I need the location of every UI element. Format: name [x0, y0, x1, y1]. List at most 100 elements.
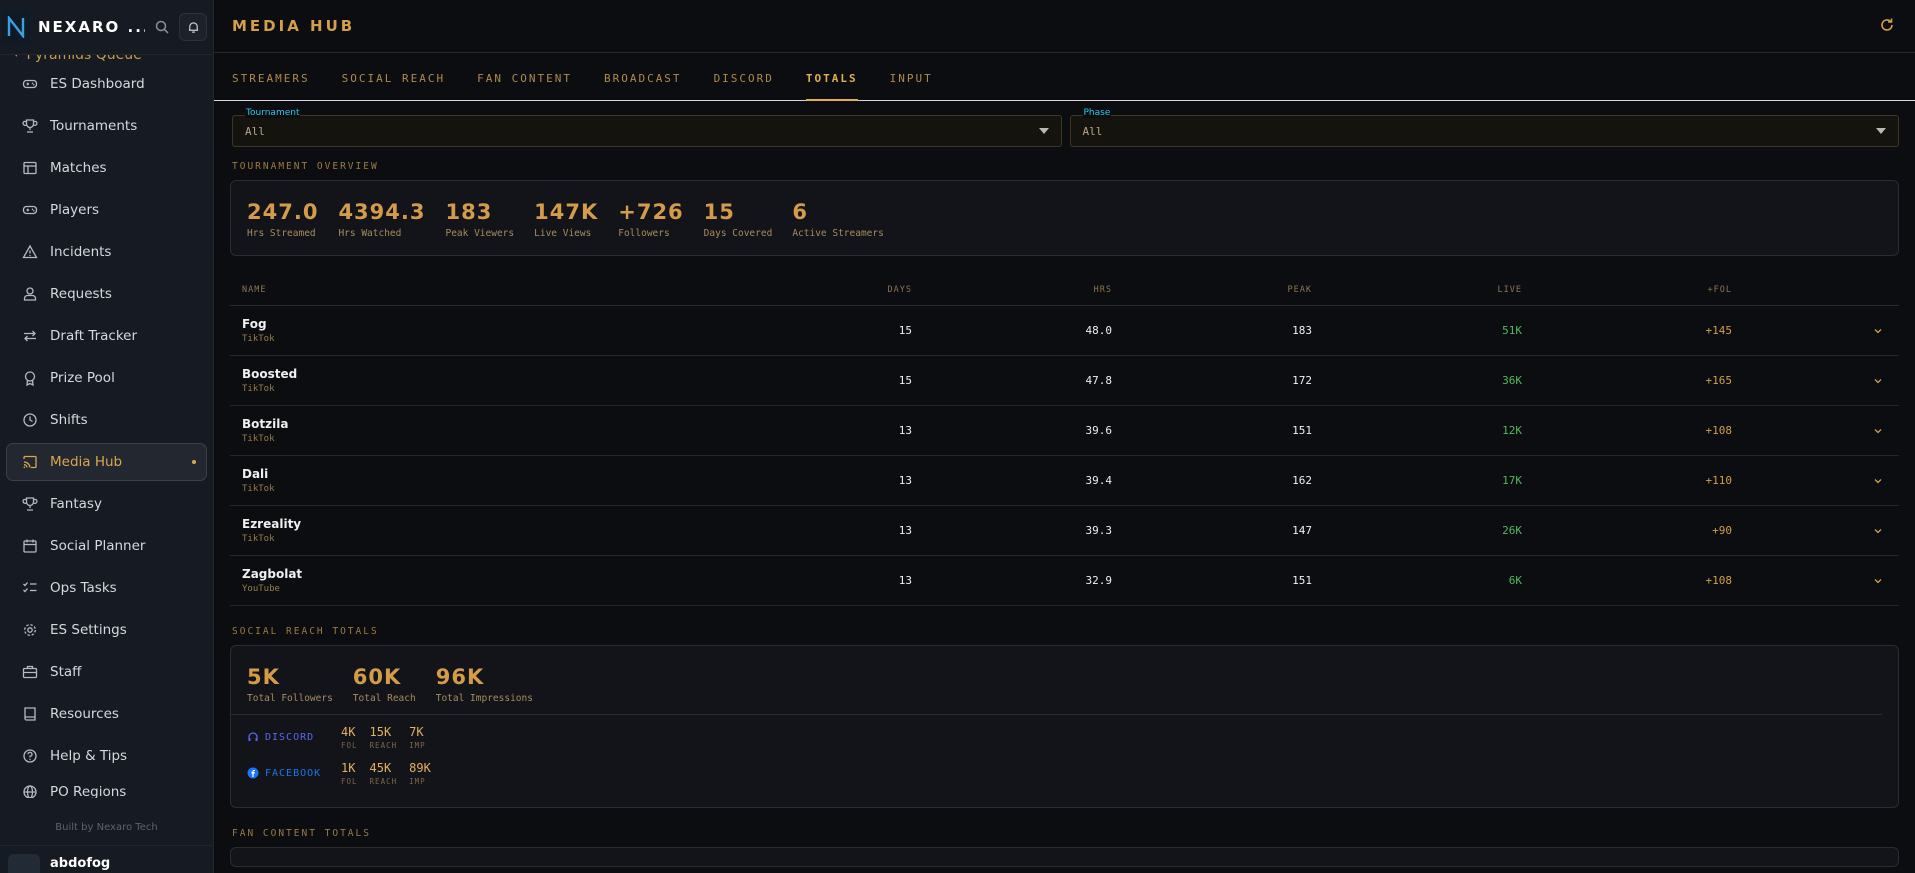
trophy-icon — [22, 119, 38, 133]
peak-cell: 183 — [1292, 324, 1312, 337]
stat-label: Total Impressions — [435, 693, 533, 704]
briefcase-icon — [22, 665, 38, 679]
expand-row-button[interactable] — [1732, 321, 1887, 340]
fan-content-card — [230, 847, 1899, 867]
hrs-cell: 39.6 — [1085, 424, 1113, 437]
medal-icon — [24, 371, 36, 386]
stat-hrs-streamed: 247.0 Hrs Streamed — [247, 201, 318, 239]
phase-select[interactable]: Phase All — [1069, 108, 1899, 147]
refresh-icon[interactable] — [1879, 17, 1897, 35]
live-cell: 6K — [1508, 574, 1522, 587]
tab-totals[interactable]: TOTALS — [805, 72, 874, 101]
fan-content-label: FAN CONTENT TOTALS — [232, 828, 371, 839]
tab-broadcast[interactable]: BROADCAST — [604, 72, 698, 100]
stat-label: Live Views — [534, 228, 592, 239]
tab-discord[interactable]: DISCORD — [714, 72, 790, 100]
stat-label: Hrs Watched — [338, 228, 402, 239]
streamer-table: Fog TikTok 15 48.0 183 51K +145 Boosted TikTok 15… — [214, 306, 1915, 606]
book-icon — [24, 707, 36, 721]
chevron-down-icon — [1874, 579, 1882, 584]
tournament-overview-card: 247.0 Hrs Streamed 4394.3 Hrs Watched 183 Pea… — [230, 180, 1899, 256]
help-icon — [23, 749, 37, 763]
metric-label: IMP — [409, 777, 426, 786]
sidebar-item-prize-pool[interactable]: Prize Pool — [6, 359, 207, 397]
tab-input[interactable]: INPUT — [890, 72, 949, 100]
notifications-button[interactable] — [179, 13, 207, 41]
table-row[interactable]: Botzila TikTok 13 39.6 151 12K +108 — [230, 406, 1899, 456]
sidebar-item-social-planner[interactable]: Social Planner — [6, 527, 207, 565]
dropdown-arrow-icon — [1876, 128, 1886, 134]
brand-name: NEXARO ... — [38, 18, 145, 36]
tab-bar: STREAMERS SOCIAL REACH FAN CONTENT BROADCAS… — [214, 53, 1915, 101]
expand-row-button[interactable] — [1732, 521, 1887, 540]
sidebar-item-label: Media Hub — [50, 454, 123, 470]
streamer-name: Dali — [242, 467, 269, 481]
table-row[interactable]: Boosted TikTok 15 47.8 172 36K +165 — [230, 356, 1899, 406]
expand-row-button[interactable] — [1732, 471, 1887, 490]
built-by-text: Built by Nexaro Tech — [55, 822, 158, 833]
sidebar-item-tournaments[interactable]: Tournaments — [6, 107, 207, 145]
active-indicator — [192, 460, 196, 464]
expand-row-button[interactable] — [1732, 571, 1887, 590]
streamer-platform: TikTok — [242, 534, 275, 544]
stat-value: 60K — [352, 665, 402, 689]
table-row[interactable]: Ezreality TikTok 13 39.3 147 26K +90 — [230, 506, 1899, 556]
hrs-cell: 47.8 — [1085, 374, 1113, 387]
expand-row-button[interactable] — [1732, 421, 1887, 440]
gamepad-icon — [22, 79, 38, 89]
streamer-platform: TikTok — [242, 484, 275, 494]
tab-streamers[interactable]: STREAMERS — [232, 72, 326, 100]
peak-cell: 172 — [1292, 374, 1312, 387]
dropdown-arrow-icon — [1038, 128, 1049, 134]
sidebar-item-media-hub[interactable]: Media Hub — [6, 443, 207, 481]
sidebar-item-label: Prize Pool — [50, 370, 115, 386]
channel-metric: 45K REACH — [370, 761, 398, 786]
streamer-name: Zagbolat — [242, 567, 303, 581]
sidebar-item-es-dashboard[interactable]: ES Dashboard — [6, 65, 207, 103]
user-profile[interactable]: abdofog — [0, 845, 213, 873]
sidebar-item-po-regions[interactable]: PO Regions — [6, 779, 207, 799]
metric-label: IMP — [409, 741, 426, 750]
column-header-live: LIVE — [1497, 284, 1522, 295]
sidebar-item-label: Help & Tips — [50, 748, 128, 764]
channel-row-facebook: FACEBOOK 1K FOL 45K REACH 89K IMP — [247, 761, 1882, 797]
search-icon[interactable] — [153, 18, 171, 36]
sidebar-item-help-tips[interactable]: Help & Tips — [6, 737, 207, 775]
table-row[interactable]: Zagbolat YouTube 13 32.9 151 6K +108 — [230, 556, 1899, 606]
brand-logo[interactable] — [2, 11, 30, 43]
streamer-cell: Fog TikTok — [242, 317, 712, 344]
sidebar-item-matches[interactable]: Matches — [6, 149, 207, 187]
sidebar-group-header[interactable]: ▾ Pyramids Queue ⌃ — [6, 55, 207, 63]
live-cell: 51K — [1502, 324, 1522, 337]
table-row[interactable]: Dali TikTok 13 39.4 162 17K +110 — [230, 456, 1899, 506]
globe-icon — [23, 785, 37, 798]
sidebar-item-fantasy[interactable]: Fantasy — [6, 485, 207, 523]
sidebar-item-requests[interactable]: Requests — [6, 275, 207, 313]
sidebar-item-incidents[interactable]: Incidents — [6, 233, 207, 271]
days-cell: 13 — [898, 574, 912, 587]
followers-cell: +145 — [1705, 324, 1733, 337]
collapse-icon[interactable]: ⌃ — [190, 55, 199, 62]
chevron-down-icon — [1874, 379, 1882, 384]
sidebar-item-shifts[interactable]: Shifts — [6, 401, 207, 439]
expand-row-button[interactable] — [1732, 371, 1887, 390]
followers-cell: +110 — [1705, 474, 1733, 487]
channel-metric: 4K FOL — [341, 725, 358, 750]
table-row[interactable]: Fog TikTok 15 48.0 183 51K +145 — [230, 306, 1899, 356]
tab-fan-content[interactable]: FAN CONTENT — [477, 72, 588, 100]
metric-value: 7K — [409, 725, 424, 739]
sidebar-item-es-settings[interactable]: ES Settings — [6, 611, 207, 649]
tab-social-reach[interactable]: SOCIAL REACH — [342, 72, 461, 100]
sidebar-item-draft-tracker[interactable]: Draft Tracker — [6, 317, 207, 355]
gamepad-icon — [22, 205, 38, 215]
metric-label: REACH — [369, 741, 398, 750]
sidebar-item-players[interactable]: Players — [6, 191, 207, 229]
tournament-select[interactable]: Tournament All — [232, 108, 1062, 147]
column-header-name: NAME — [242, 284, 267, 295]
streamer-name: Botzila — [242, 417, 289, 431]
stat-value: 147K — [534, 200, 599, 224]
sidebar-item-label: Incidents — [50, 244, 112, 260]
sidebar-item-staff[interactable]: Staff — [6, 653, 207, 691]
sidebar-item-resources[interactable]: Resources — [6, 695, 207, 733]
sidebar-item-ops-tasks[interactable]: Ops Tasks — [6, 569, 207, 607]
